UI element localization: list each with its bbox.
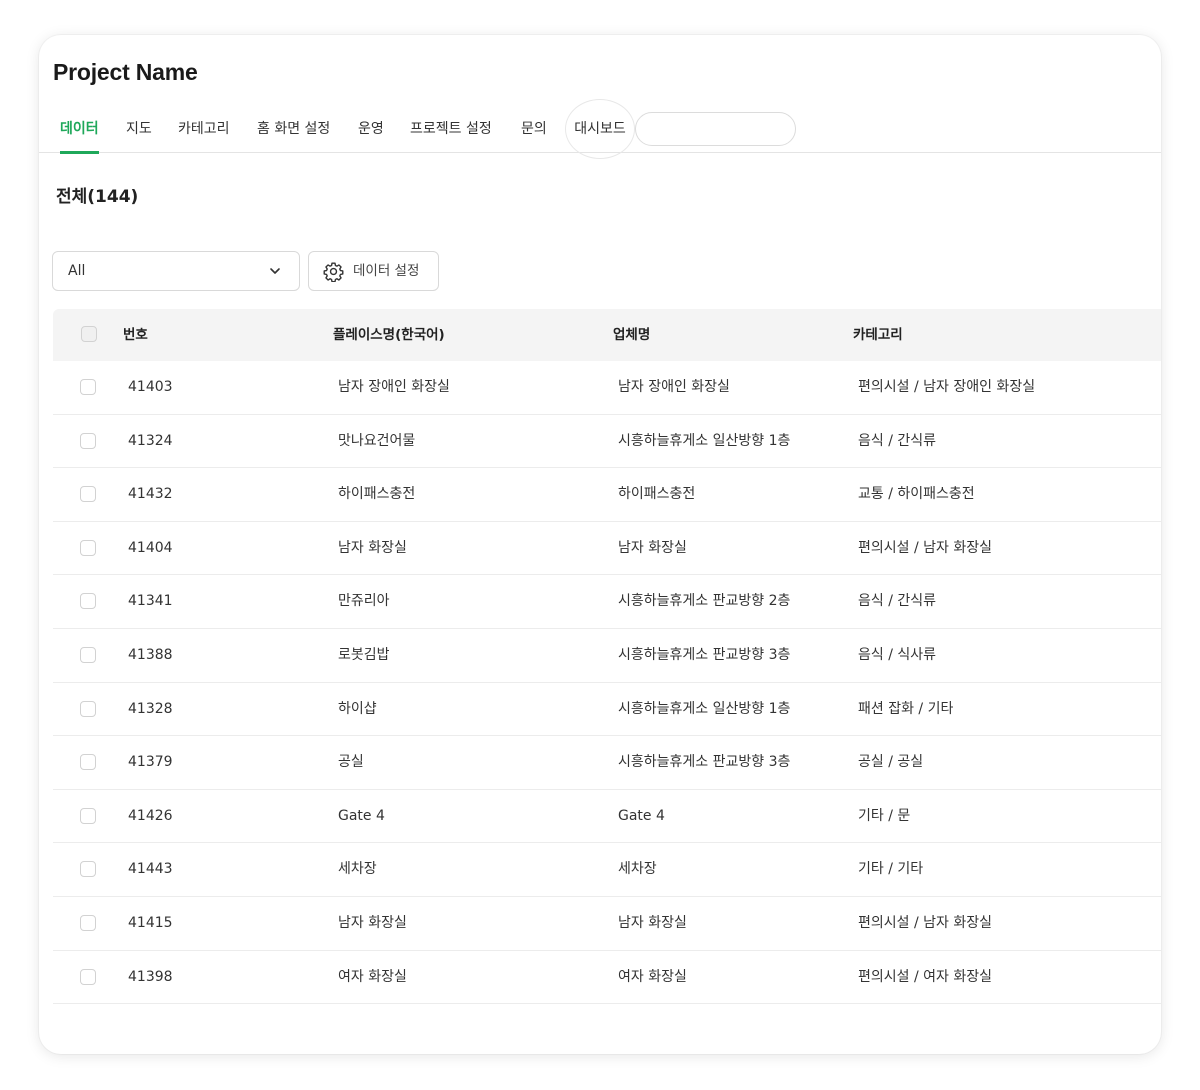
cell-id: 41432 [128, 486, 173, 503]
filter-selected-value: All [68, 263, 86, 279]
table-row[interactable]: 41398 여자 화장실 여자 화장실 편의시설 / 여자 화장실 [53, 951, 1161, 1005]
table-row[interactable]: 41426 Gate 4 Gate 4 기타 / 문 [53, 790, 1161, 844]
row-checkbox[interactable] [80, 915, 96, 931]
tab-category[interactable]: 카테고리 [178, 105, 230, 153]
cell-business: 시흥하늘휴게소 판교방향 3층 [618, 647, 791, 663]
cell-category: 편의시설 / 남자 장애인 화장실 [858, 379, 1036, 395]
row-checkbox[interactable] [80, 647, 96, 663]
row-checkbox[interactable] [80, 539, 96, 556]
cell-place: 맛나요건어물 [338, 432, 416, 449]
column-header-id[interactable]: 번호 [123, 309, 148, 361]
cell-business: 남자 화장실 [618, 539, 687, 556]
cell-business: 시흥하늘휴게소 일산방향 1층 [618, 432, 791, 449]
data-table: 번호 플레이스명(한국어) 업체명 카테고리 41403 남자 장애인 화장실 남자… [53, 309, 1161, 1025]
cell-category: 패션 잡화 / 기타 [858, 700, 954, 717]
table-row[interactable]: 41443 세차장 세차장 기타 / 기타 [53, 843, 1161, 897]
cell-category: 기타 / 문 [858, 807, 911, 824]
tab-project-settings[interactable]: 프로젝트 설정 [410, 105, 492, 153]
table-row[interactable]: 41388 로봇김밥 시흥하늘휴게소 판교방향 3층 음식 / 식사류 [53, 629, 1161, 683]
cell-business: 여자 화장실 [618, 968, 687, 985]
cell-category: 기타 / 기타 [858, 861, 924, 878]
tab-data[interactable]: 데이터 [60, 105, 99, 154]
cell-place: 만쥬리아 [338, 593, 390, 610]
row-checkbox[interactable] [80, 432, 96, 449]
cell-id: 41443 [128, 861, 173, 878]
cell-category: 편의시설 / 남자 화장실 [858, 915, 992, 931]
cell-business: 남자 장애인 화장실 [618, 379, 730, 395]
cell-business: 하이패스충전 [618, 486, 696, 503]
row-checkbox[interactable] [80, 754, 96, 771]
column-header-category[interactable]: 카테고리 [853, 309, 903, 361]
cell-business: Gate 4 [618, 807, 665, 824]
table-row[interactable]: 41415 남자 화장실 남자 화장실 편의시설 / 남자 화장실 [53, 897, 1161, 951]
cell-business: 남자 화장실 [618, 915, 687, 931]
table-row[interactable]: 41341 만쥬리아 시흥하늘휴게소 판교방향 2층 음식 / 간식류 [53, 575, 1161, 629]
cell-id: 41404 [128, 539, 173, 556]
row-checkbox[interactable] [80, 968, 96, 985]
tab-bar: 데이터 지도 카테고리 홈 화면 설정 운영 프로젝트 설정 문의 대시보드 [39, 105, 1161, 154]
cell-id: 41388 [128, 647, 173, 663]
search-input[interactable] [635, 112, 796, 146]
data-settings-label: 데이터 설정 [353, 263, 420, 279]
tab-dashboard[interactable]: 대시보드 [566, 100, 634, 158]
cell-business: 시흥하늘휴게소 판교방향 3층 [618, 754, 791, 771]
chevron-down-icon [270, 268, 280, 274]
cell-business: 세차장 [618, 861, 657, 878]
cell-place: 세차장 [338, 861, 377, 878]
cell-id: 41398 [128, 968, 173, 985]
table-row[interactable]: 41324 맛나요건어물 시흥하늘휴게소 일산방향 1층 음식 / 간식류 [53, 415, 1161, 469]
cell-place: 하이샵 [338, 700, 377, 717]
app-window: Project Name 데이터 지도 카테고리 홈 화면 설정 운영 프로젝트… [39, 35, 1161, 1054]
row-checkbox[interactable] [80, 807, 96, 824]
filter-select[interactable]: All [52, 251, 300, 291]
tab-inquiry[interactable]: 문의 [521, 105, 547, 153]
tab-operation[interactable]: 운영 [358, 105, 384, 153]
table-row[interactable]: 41328 하이샵 시흥하늘휴게소 일산방향 1층 패션 잡화 / 기타 [53, 683, 1161, 737]
cell-business: 시흥하늘휴게소 판교방향 2층 [618, 593, 791, 610]
cell-category: 음식 / 식사류 [858, 647, 937, 663]
project-title: Project Name [53, 59, 198, 85]
table-row[interactable]: 41404 남자 화장실 남자 화장실 편의시설 / 남자 화장실 [53, 522, 1161, 576]
data-settings-button[interactable]: 데이터 설정 [308, 251, 439, 291]
cell-category: 편의시설 / 여자 화장실 [858, 968, 992, 985]
table-row[interactable]: 41432 하이패스충전 하이패스충전 교통 / 하이패스충전 [53, 468, 1161, 522]
tab-home-settings[interactable]: 홈 화면 설정 [257, 105, 330, 153]
cell-place: 로봇김밥 [338, 647, 390, 663]
cell-id: 41341 [128, 593, 173, 610]
cell-place: 하이패스충전 [338, 486, 416, 503]
table-header: 번호 플레이스명(한국어) 업체명 카테고리 [53, 309, 1161, 361]
row-checkbox[interactable] [80, 700, 96, 717]
cell-category: 공실 / 공실 [858, 754, 924, 771]
column-header-business[interactable]: 업체명 [613, 309, 650, 361]
cell-place: 남자 장애인 화장실 [338, 379, 450, 395]
total-count: 전체(144) [56, 187, 139, 207]
cell-id: 41379 [128, 754, 173, 771]
cell-place: 공실 [338, 754, 364, 771]
row-checkbox[interactable] [80, 861, 96, 878]
cell-id: 41403 [128, 379, 173, 395]
cell-business: 시흥하늘휴게소 일산방향 1층 [618, 700, 791, 717]
cell-place: 남자 화장실 [338, 539, 407, 556]
cell-id: 41328 [128, 700, 173, 717]
select-all-checkbox[interactable] [81, 326, 97, 342]
gear-icon [323, 262, 344, 282]
cell-id: 41426 [128, 807, 173, 824]
column-header-place[interactable]: 플레이스명(한국어) [333, 309, 445, 361]
row-checkbox[interactable] [80, 593, 96, 610]
cell-id: 41415 [128, 915, 173, 931]
cell-id: 41324 [128, 432, 173, 449]
table-row[interactable]: 41379 공실 시흥하늘휴게소 판교방향 3층 공실 / 공실 [53, 736, 1161, 790]
tab-map[interactable]: 지도 [126, 105, 152, 153]
cell-place: Gate 4 [338, 807, 385, 824]
scroll-fade [53, 1009, 1161, 1025]
cell-category: 음식 / 간식류 [858, 593, 937, 610]
cell-category: 편의시설 / 남자 화장실 [858, 539, 992, 556]
cell-category: 교통 / 하이패스충전 [858, 486, 975, 503]
row-checkbox[interactable] [80, 379, 96, 395]
cell-category: 음식 / 간식류 [858, 432, 937, 449]
cell-place: 여자 화장실 [338, 968, 407, 985]
table-row[interactable]: 41403 남자 장애인 화장실 남자 장애인 화장실 편의시설 / 남자 장애인 화… [53, 361, 1161, 415]
row-checkbox[interactable] [80, 486, 96, 503]
cell-place: 남자 화장실 [338, 915, 407, 931]
